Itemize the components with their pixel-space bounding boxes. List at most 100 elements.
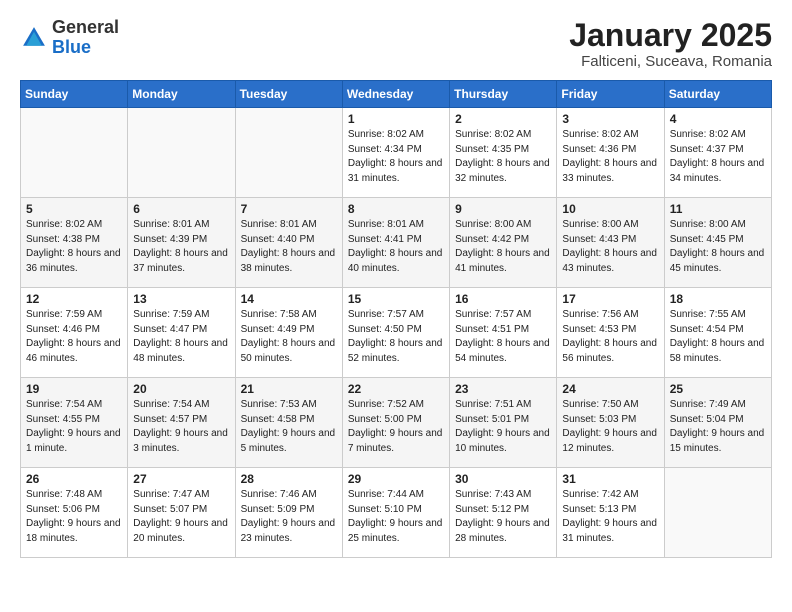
day-number: 27 (133, 472, 229, 486)
week-row-2: 5 Sunrise: 8:02 AM Sunset: 4:38 PM Daylig… (21, 198, 772, 288)
week-row-5: 26 Sunrise: 7:48 AM Sunset: 5:06 PM Dayli… (21, 468, 772, 558)
calendar-cell: 10 Sunrise: 8:00 AM Sunset: 4:43 PM Dayli… (557, 198, 664, 288)
calendar-cell: 11Sunrise: 8:00 AM Sunset: 4:45 PM Dayli… (664, 198, 771, 288)
day-number: 22 (348, 382, 444, 396)
day-number: 2 (455, 112, 551, 126)
day-number: 30 (455, 472, 551, 486)
calendar-cell: 1 Sunrise: 8:02 AM Sunset: 4:34 PM Daylig… (342, 108, 449, 198)
day-info: Sunrise: 7:44 AM Sunset: 5:10 PM Dayligh… (348, 488, 444, 546)
day-info: Sunrise: 7:57 AM Sunset: 4:51 PM Dayligh… (455, 308, 551, 366)
calendar-cell (128, 108, 235, 198)
calendar-header: SundayMondayTuesdayWednesdayThursdayFrid… (21, 81, 772, 108)
calendar-cell: 31 Sunrise: 7:42 AM Sunset: 5:13 PM Dayli… (557, 468, 664, 558)
day-number: 17 (562, 292, 658, 306)
week-row-3: 12 Sunrise: 7:59 AM Sunset: 4:46 PM Dayli… (21, 288, 772, 378)
logo: General Blue (20, 18, 119, 58)
calendar-cell: 25Sunrise: 7:49 AM Sunset: 5:04 PM Dayli… (664, 378, 771, 468)
day-info: Sunrise: 7:52 AM Sunset: 5:00 PM Dayligh… (348, 398, 444, 456)
calendar-title: January 2025 (569, 18, 772, 53)
calendar-cell: 21Sunrise: 7:53 AM Sunset: 4:58 PM Dayli… (235, 378, 342, 468)
day-info: Sunrise: 7:59 AM Sunset: 4:47 PM Dayligh… (133, 308, 229, 366)
calendar-cell: 7 Sunrise: 8:01 AM Sunset: 4:40 PM Daylig… (235, 198, 342, 288)
calendar-cell: 23 Sunrise: 7:51 AM Sunset: 5:01 PM Dayli… (450, 378, 557, 468)
day-number: 15 (348, 292, 444, 306)
calendar-cell: 16Sunrise: 7:57 AM Sunset: 4:51 PM Dayli… (450, 288, 557, 378)
calendar-cell: 15 Sunrise: 7:57 AM Sunset: 4:50 PM Dayli… (342, 288, 449, 378)
day-number: 12 (26, 292, 122, 306)
day-number: 10 (562, 202, 658, 216)
day-number: 8 (348, 202, 444, 216)
calendar-cell (235, 108, 342, 198)
header: General Blue January 2025 Falticeni, Suc… (20, 18, 772, 70)
calendar-cell: 18 Sunrise: 7:55 AM Sunset: 4:54 PM Dayli… (664, 288, 771, 378)
day-number: 23 (455, 382, 551, 396)
day-info: Sunrise: 8:01 AM Sunset: 4:40 PM Dayligh… (241, 218, 337, 276)
day-info: Sunrise: 7:42 AM Sunset: 5:13 PM Dayligh… (562, 488, 658, 546)
day-number: 4 (670, 112, 766, 126)
day-info: Sunrise: 7:51 AM Sunset: 5:01 PM Dayligh… (455, 398, 551, 456)
day-number: 28 (241, 472, 337, 486)
calendar-cell: 17 Sunrise: 7:56 AM Sunset: 4:53 PM Dayli… (557, 288, 664, 378)
day-info: Sunrise: 7:46 AM Sunset: 5:09 PM Dayligh… (241, 488, 337, 546)
day-number: 6 (133, 202, 229, 216)
weekday-header-saturday: Saturday (664, 81, 771, 108)
calendar-cell (21, 108, 128, 198)
day-info: Sunrise: 7:54 AM Sunset: 4:57 PM Dayligh… (133, 398, 229, 456)
calendar-cell: 3Sunrise: 8:02 AM Sunset: 4:36 PM Daylig… (557, 108, 664, 198)
logo-general: General (52, 17, 119, 37)
calendar-cell: 8Sunrise: 8:01 AM Sunset: 4:41 PM Daylig… (342, 198, 449, 288)
weekday-header-monday: Monday (128, 81, 235, 108)
day-info: Sunrise: 7:50 AM Sunset: 5:03 PM Dayligh… (562, 398, 658, 456)
day-number: 29 (348, 472, 444, 486)
day-info: Sunrise: 8:02 AM Sunset: 4:34 PM Dayligh… (348, 128, 444, 186)
calendar-cell: 2Sunrise: 8:02 AM Sunset: 4:35 PM Daylig… (450, 108, 557, 198)
calendar-cell: 9Sunrise: 8:00 AM Sunset: 4:42 PM Daylig… (450, 198, 557, 288)
logo-icon (20, 24, 48, 52)
calendar-cell: 4 Sunrise: 8:02 AM Sunset: 4:37 PM Daylig… (664, 108, 771, 198)
day-info: Sunrise: 7:55 AM Sunset: 4:54 PM Dayligh… (670, 308, 766, 366)
day-number: 18 (670, 292, 766, 306)
day-number: 26 (26, 472, 122, 486)
day-info: Sunrise: 8:00 AM Sunset: 4:43 PM Dayligh… (562, 218, 658, 276)
calendar-cell: 27Sunrise: 7:47 AM Sunset: 5:07 PM Dayli… (128, 468, 235, 558)
day-number: 5 (26, 202, 122, 216)
day-number: 13 (133, 292, 229, 306)
weekday-header-sunday: Sunday (21, 81, 128, 108)
day-info: Sunrise: 8:00 AM Sunset: 4:45 PM Dayligh… (670, 218, 766, 276)
calendar-cell: 22 Sunrise: 7:52 AM Sunset: 5:00 PM Dayli… (342, 378, 449, 468)
day-info: Sunrise: 7:57 AM Sunset: 4:50 PM Dayligh… (348, 308, 444, 366)
calendar-cell: 13 Sunrise: 7:59 AM Sunset: 4:47 PM Dayli… (128, 288, 235, 378)
day-number: 31 (562, 472, 658, 486)
day-number: 9 (455, 202, 551, 216)
day-info: Sunrise: 8:02 AM Sunset: 4:38 PM Dayligh… (26, 218, 122, 276)
day-number: 21 (241, 382, 337, 396)
day-number: 14 (241, 292, 337, 306)
calendar-cell: 30 Sunrise: 7:43 AM Sunset: 5:12 PM Dayli… (450, 468, 557, 558)
logo-blue: Blue (52, 37, 91, 57)
calendar-table: SundayMondayTuesdayWednesdayThursdayFrid… (20, 80, 772, 558)
calendar-cell (664, 468, 771, 558)
day-info: Sunrise: 7:49 AM Sunset: 5:04 PM Dayligh… (670, 398, 766, 456)
day-info: Sunrise: 8:01 AM Sunset: 4:39 PM Dayligh… (133, 218, 229, 276)
day-number: 7 (241, 202, 337, 216)
calendar-cell: 5 Sunrise: 8:02 AM Sunset: 4:38 PM Daylig… (21, 198, 128, 288)
calendar-cell: 24Sunrise: 7:50 AM Sunset: 5:03 PM Dayli… (557, 378, 664, 468)
weekday-row: SundayMondayTuesdayWednesdayThursdayFrid… (21, 81, 772, 108)
day-info: Sunrise: 7:56 AM Sunset: 4:53 PM Dayligh… (562, 308, 658, 366)
day-info: Sunrise: 8:02 AM Sunset: 4:36 PM Dayligh… (562, 128, 658, 186)
calendar-cell: 20Sunrise: 7:54 AM Sunset: 4:57 PM Dayli… (128, 378, 235, 468)
calendar-cell: 29 Sunrise: 7:44 AM Sunset: 5:10 PM Dayli… (342, 468, 449, 558)
weekday-header-wednesday: Wednesday (342, 81, 449, 108)
day-number: 19 (26, 382, 122, 396)
day-number: 1 (348, 112, 444, 126)
day-info: Sunrise: 7:59 AM Sunset: 4:46 PM Dayligh… (26, 308, 122, 366)
calendar-cell: 6 Sunrise: 8:01 AM Sunset: 4:39 PM Daylig… (128, 198, 235, 288)
day-info: Sunrise: 7:43 AM Sunset: 5:12 PM Dayligh… (455, 488, 551, 546)
logo-text: General Blue (52, 18, 119, 58)
day-info: Sunrise: 7:48 AM Sunset: 5:06 PM Dayligh… (26, 488, 122, 546)
calendar-cell: 12 Sunrise: 7:59 AM Sunset: 4:46 PM Dayli… (21, 288, 128, 378)
calendar-cell: 26 Sunrise: 7:48 AM Sunset: 5:06 PM Dayli… (21, 468, 128, 558)
calendar-cell: 28 Sunrise: 7:46 AM Sunset: 5:09 PM Dayli… (235, 468, 342, 558)
day-info: Sunrise: 8:02 AM Sunset: 4:37 PM Dayligh… (670, 128, 766, 186)
calendar-cell: 19Sunrise: 7:54 AM Sunset: 4:55 PM Dayli… (21, 378, 128, 468)
